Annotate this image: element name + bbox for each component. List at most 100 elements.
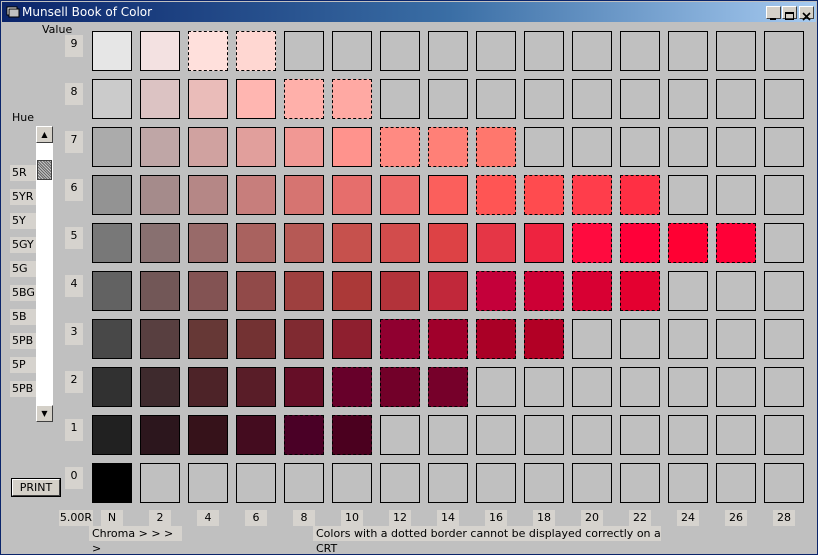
color-chip[interactable] [284, 367, 324, 407]
color-chip[interactable] [428, 127, 468, 167]
close-button[interactable] [799, 6, 814, 21]
color-chip[interactable] [332, 79, 372, 119]
hue-list-item[interactable]: 5Y [10, 213, 38, 229]
color-chip[interactable] [188, 271, 228, 311]
color-chip[interactable] [188, 223, 228, 263]
color-chip[interactable] [92, 367, 132, 407]
color-chip[interactable] [140, 367, 180, 407]
hue-scrollbar[interactable]: ▲ ▼ [36, 126, 53, 422]
color-chip[interactable] [428, 367, 468, 407]
color-chip[interactable] [284, 79, 324, 119]
color-chip[interactable] [188, 31, 228, 71]
color-chip[interactable] [428, 271, 468, 311]
color-chip[interactable] [380, 175, 420, 215]
color-chip[interactable] [92, 463, 132, 503]
color-chip[interactable] [476, 223, 516, 263]
hue-list-item[interactable]: 5R [10, 165, 38, 181]
color-chip[interactable] [476, 127, 516, 167]
maximize-button[interactable] [782, 6, 797, 20]
hue-list-item[interactable]: 5YR [10, 189, 38, 205]
color-chip[interactable] [380, 271, 420, 311]
color-chip[interactable] [476, 175, 516, 215]
hue-list-item[interactable]: 5B [10, 309, 38, 325]
color-chip[interactable] [284, 319, 324, 359]
color-chip[interactable] [524, 271, 564, 311]
scroll-thumb[interactable] [37, 160, 52, 180]
color-chip[interactable] [236, 127, 276, 167]
color-chip[interactable] [332, 223, 372, 263]
color-chip[interactable] [572, 223, 612, 263]
color-chip[interactable] [92, 79, 132, 119]
color-chip[interactable] [92, 127, 132, 167]
color-chip[interactable] [716, 223, 756, 263]
color-chip[interactable] [188, 175, 228, 215]
color-chip[interactable] [332, 175, 372, 215]
color-chip[interactable] [236, 367, 276, 407]
color-chip[interactable] [92, 223, 132, 263]
color-chip[interactable] [332, 415, 372, 455]
color-chip[interactable] [236, 319, 276, 359]
hue-list-item[interactable]: 5PB [10, 333, 38, 349]
color-chip[interactable] [284, 271, 324, 311]
minimize-button[interactable] [766, 6, 781, 20]
color-chip[interactable] [236, 415, 276, 455]
color-chip[interactable] [140, 271, 180, 311]
color-chip[interactable] [572, 175, 612, 215]
color-chip[interactable] [236, 175, 276, 215]
hue-list-item[interactable]: 5BG [10, 285, 38, 301]
color-chip[interactable] [188, 319, 228, 359]
color-chip[interactable] [284, 415, 324, 455]
title-bar[interactable]: Munsell Book of Color [2, 2, 816, 22]
color-chip[interactable] [284, 223, 324, 263]
color-chip[interactable] [380, 319, 420, 359]
color-chip[interactable] [188, 367, 228, 407]
color-chip[interactable] [380, 223, 420, 263]
color-chip[interactable] [572, 271, 612, 311]
color-chip[interactable] [236, 223, 276, 263]
color-chip[interactable] [428, 319, 468, 359]
color-chip[interactable] [92, 31, 132, 71]
color-chip[interactable] [236, 79, 276, 119]
color-chip[interactable] [236, 271, 276, 311]
color-chip[interactable] [236, 31, 276, 71]
color-chip[interactable] [92, 271, 132, 311]
color-chip[interactable] [476, 319, 516, 359]
color-chip[interactable] [524, 175, 564, 215]
color-chip[interactable] [140, 31, 180, 71]
color-chip[interactable] [284, 127, 324, 167]
color-chip[interactable] [380, 367, 420, 407]
hue-list-item[interactable]: 5PB [10, 381, 38, 397]
color-chip[interactable] [188, 415, 228, 455]
color-chip[interactable] [620, 223, 660, 263]
color-chip[interactable] [476, 271, 516, 311]
color-chip[interactable] [524, 319, 564, 359]
hue-list-item[interactable]: 5G [10, 261, 38, 277]
color-chip[interactable] [140, 415, 180, 455]
color-chip[interactable] [92, 319, 132, 359]
color-chip[interactable] [332, 319, 372, 359]
color-chip[interactable] [188, 79, 228, 119]
color-chip[interactable] [380, 127, 420, 167]
color-chip[interactable] [92, 175, 132, 215]
color-chip[interactable] [332, 127, 372, 167]
color-chip[interactable] [620, 175, 660, 215]
color-chip[interactable] [668, 223, 708, 263]
print-button[interactable]: PRINT [11, 478, 61, 497]
color-chip[interactable] [188, 127, 228, 167]
color-chip[interactable] [332, 367, 372, 407]
scroll-down-button[interactable]: ▼ [36, 405, 53, 422]
color-chip[interactable] [140, 319, 180, 359]
color-chip[interactable] [428, 175, 468, 215]
color-chip[interactable] [428, 223, 468, 263]
color-chip[interactable] [140, 127, 180, 167]
color-chip[interactable] [140, 79, 180, 119]
color-chip[interactable] [332, 271, 372, 311]
color-chip[interactable] [284, 175, 324, 215]
color-chip[interactable] [92, 415, 132, 455]
color-chip[interactable] [140, 223, 180, 263]
color-chip[interactable] [524, 223, 564, 263]
hue-list-item[interactable]: 5P [10, 357, 38, 373]
hue-list-item[interactable]: 5GY [10, 237, 38, 253]
color-chip[interactable] [140, 175, 180, 215]
scroll-up-button[interactable]: ▲ [36, 126, 53, 143]
